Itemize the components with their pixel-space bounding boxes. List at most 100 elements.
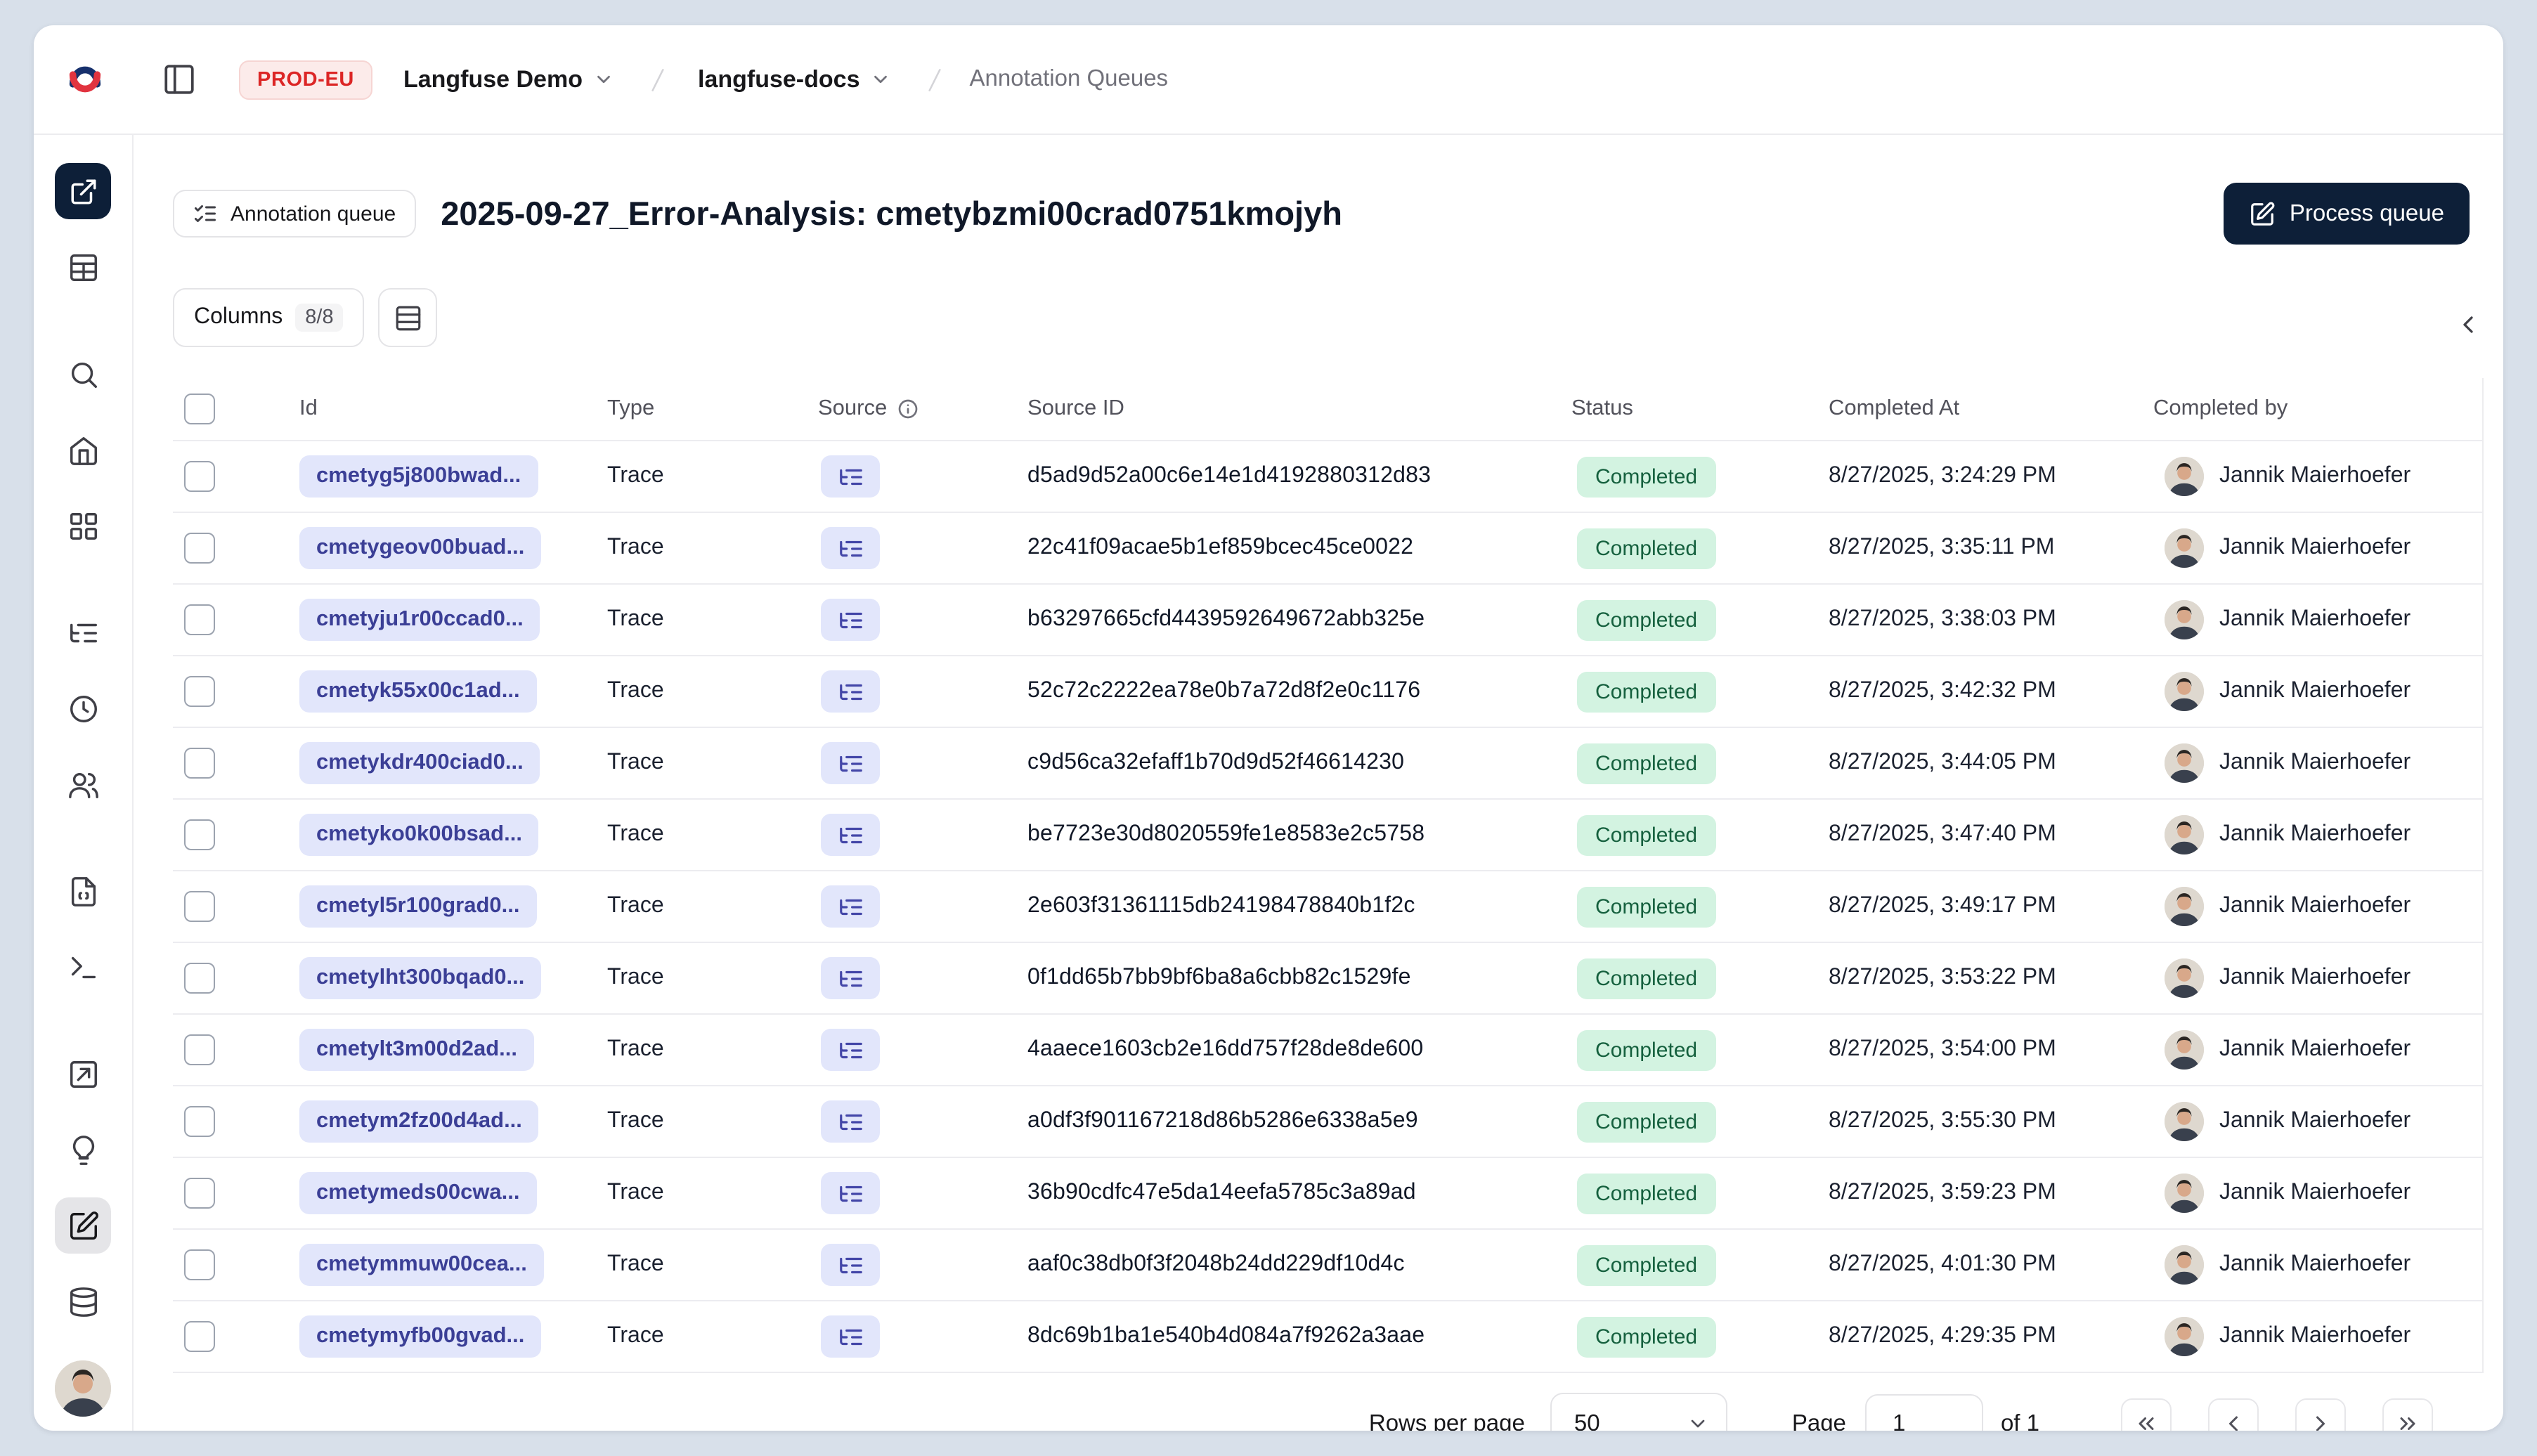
environment-badge[interactable]: PROD-EU [239, 60, 372, 99]
table-row[interactable]: cmetymyfb00gvad... Trace 8dc69b1ba1e540b… [173, 1302, 2482, 1374]
select-all-checkbox[interactable] [184, 394, 215, 425]
item-id-badge[interactable]: cmetymyfb00gvad... [299, 1315, 542, 1358]
collapse-panel-icon[interactable] [2444, 301, 2492, 349]
table-row[interactable]: cmetyk55x00c1ad... Trace 52c72c2222ea78e… [173, 657, 2482, 729]
row-checkbox[interactable] [184, 1178, 215, 1209]
next-page-icon[interactable] [2295, 1398, 2346, 1431]
row-checkbox[interactable] [184, 461, 215, 493]
table-view-icon[interactable] [55, 239, 111, 295]
source-trace-icon[interactable] [821, 455, 880, 498]
table-row[interactable]: cmetymeds00cwa... Trace 36b90cdfc47e5da1… [173, 1159, 2482, 1230]
source-trace-icon[interactable] [821, 885, 880, 928]
row-checkbox[interactable] [184, 676, 215, 708]
completed-at-cell: 8/27/2025, 3:49:17 PM [1829, 894, 2056, 918]
table-row[interactable]: cmetykdr400ciad0... Trace c9d56ca32efaff… [173, 729, 2482, 800]
annotation-queue-badge[interactable]: Annotation queue [173, 190, 416, 238]
datasets-database-icon[interactable] [55, 1273, 111, 1330]
rows-per-page-select[interactable]: 50 [1550, 1393, 1727, 1431]
evaluation-square-arrow-icon[interactable] [55, 1046, 111, 1102]
item-id-badge[interactable]: cmetykdr400ciad0... [299, 742, 540, 785]
source-trace-icon[interactable] [821, 670, 880, 713]
source-trace-icon[interactable] [821, 527, 880, 570]
external-link-icon[interactable] [55, 163, 111, 219]
row-checkbox[interactable] [184, 748, 215, 779]
source-id-cell: 8dc69b1ba1e540b4d084a7f9262a3aae [1027, 1324, 1425, 1348]
item-id-badge[interactable]: cmetygeov00buad... [299, 527, 542, 570]
dashboard-grid-icon[interactable] [55, 498, 111, 554]
lightbulb-icon[interactable] [55, 1122, 111, 1178]
sidebar-toggle-icon[interactable] [155, 56, 202, 103]
row-height-button[interactable] [378, 288, 438, 348]
sessions-clock-icon[interactable] [55, 680, 111, 736]
item-id-badge[interactable]: cmetylt3m00d2ad... [299, 1029, 535, 1072]
traces-tree-icon[interactable] [55, 604, 111, 661]
user-avatar[interactable] [55, 1360, 111, 1417]
prev-page-icon[interactable] [2208, 1398, 2259, 1431]
source-trace-icon[interactable] [821, 1244, 880, 1287]
source-trace-icon[interactable] [821, 957, 880, 1000]
completed-at-cell: 8/27/2025, 3:47:40 PM [1829, 822, 2056, 847]
table-row[interactable]: cmetyg5j800bwad... Trace d5ad9d52a00c6e1… [173, 442, 2482, 514]
status-badge: Completed [1577, 886, 1716, 928]
table-row[interactable]: cmetylht300bqad0... Trace 0f1dd65b7bb9bf… [173, 944, 2482, 1015]
row-checkbox[interactable] [184, 604, 215, 636]
project-switcher[interactable]: langfuse-docs [689, 64, 900, 95]
process-queue-button[interactable]: Process queue [2223, 183, 2470, 245]
source-trace-icon[interactable] [821, 1172, 880, 1215]
status-badge: Completed [1577, 1101, 1716, 1143]
page-number-input[interactable] [1865, 1394, 1984, 1431]
table-row[interactable]: cmetygeov00buad... Trace 22c41f09acae5b1… [173, 514, 2482, 585]
users-icon[interactable] [55, 756, 111, 812]
row-checkbox[interactable] [184, 819, 215, 851]
item-id-badge[interactable]: cmetylht300bqad0... [299, 957, 542, 1000]
item-id-badge[interactable]: cmetyju1r00ccad0... [299, 599, 540, 642]
first-page-icon[interactable] [2121, 1398, 2172, 1431]
table-row[interactable]: cmetymmuw00cea... Trace aaf0c38db0f3f204… [173, 1230, 2482, 1302]
breadcrumb-section[interactable]: Annotation Queues [970, 66, 1169, 93]
row-checkbox[interactable] [184, 1106, 215, 1138]
source-trace-icon[interactable] [821, 1029, 880, 1072]
source-trace-icon[interactable] [821, 599, 880, 642]
row-checkbox[interactable] [184, 1249, 215, 1281]
completed-at-cell: 8/27/2025, 3:44:05 PM [1829, 750, 2056, 775]
playground-terminal-icon[interactable] [55, 939, 111, 995]
item-id-badge[interactable]: cmetyl5r100grad0... [299, 885, 537, 928]
row-checkbox[interactable] [184, 1321, 215, 1353]
row-checkbox[interactable] [184, 1034, 215, 1066]
source-trace-icon[interactable] [821, 814, 880, 857]
source-id-cell: 4aaece1603cb2e16dd757f28de8de600 [1027, 1037, 1424, 1062]
columns-button[interactable]: Columns 8/8 [173, 288, 365, 348]
table-row[interactable]: cmetyl5r100grad0... Trace 2e603f31361115… [173, 872, 2482, 944]
page-label: Page [1791, 1410, 1846, 1431]
row-checkbox[interactable] [184, 963, 215, 994]
item-id-badge[interactable]: cmetyg5j800bwad... [299, 455, 538, 498]
page-total: of 1 [2000, 1410, 2039, 1431]
search-icon[interactable] [55, 346, 111, 402]
avatar [2165, 528, 2204, 568]
source-trace-icon[interactable] [821, 1315, 880, 1358]
item-id-badge[interactable]: cmetymmuw00cea... [299, 1244, 544, 1287]
source-trace-icon[interactable] [821, 1100, 880, 1143]
source-trace-icon[interactable] [821, 742, 880, 785]
item-id-badge[interactable]: cmetyko0k00bsad... [299, 814, 539, 857]
row-checkbox[interactable] [184, 891, 215, 923]
table-row[interactable]: cmetyju1r00ccad0... Trace b63297665cfd44… [173, 585, 2482, 657]
icon-rail [34, 135, 134, 1431]
table-row[interactable]: cmetylt3m00d2ad... Trace 4aaece1603cb2e1… [173, 1015, 2482, 1087]
type-cell: Trace [607, 966, 664, 990]
home-icon[interactable] [55, 422, 111, 478]
table-row[interactable]: cmetym2fz00d4ad... Trace a0df3f901167218… [173, 1087, 2482, 1159]
last-page-icon[interactable] [2382, 1398, 2433, 1431]
columns-label: Columns [194, 305, 283, 330]
item-id-badge[interactable]: cmetyk55x00c1ad... [299, 670, 537, 713]
info-icon[interactable] [897, 398, 919, 421]
source-id-cell: 22c41f09acae5b1ef859bcec45ce0022 [1027, 535, 1414, 560]
langfuse-logo-icon[interactable] [65, 60, 104, 99]
annotation-queues-icon[interactable] [55, 1197, 111, 1254]
row-checkbox[interactable] [184, 533, 215, 564]
org-switcher[interactable]: Langfuse Demo [395, 64, 622, 95]
item-id-badge[interactable]: cmetymeds00cwa... [299, 1172, 537, 1215]
table-row[interactable]: cmetyko0k00bsad... Trace be7723e30d80205… [173, 800, 2482, 872]
item-id-badge[interactable]: cmetym2fz00d4ad... [299, 1100, 539, 1143]
prompts-file-icon[interactable] [55, 863, 111, 919]
